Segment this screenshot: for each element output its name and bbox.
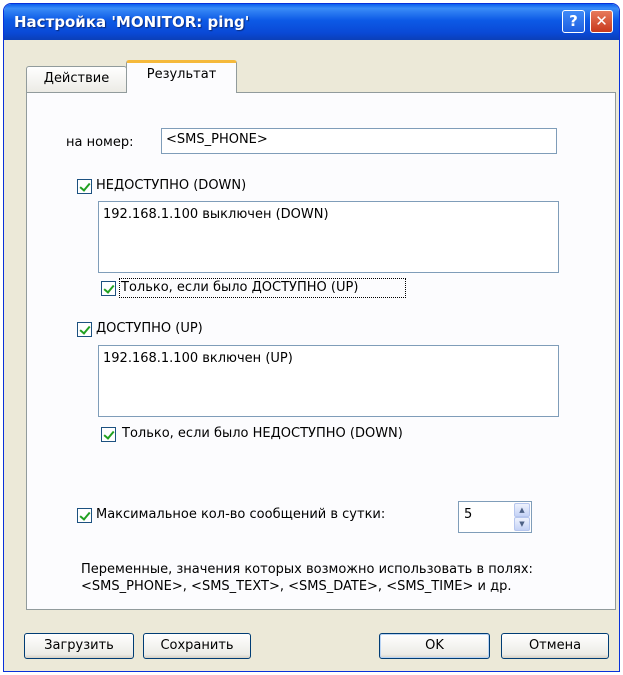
variables-hint-line2: <SMS_PHONE>, <SMS_TEXT>, <SMS_DATE>, <SM…	[81, 579, 512, 594]
phone-input-value: <SMS_PHONE>	[166, 132, 268, 147]
settings-dialog: Настройка 'MONITOR: ping' ? ✕ Действие Р…	[3, 3, 620, 672]
max-messages-checkbox[interactable]	[77, 508, 92, 523]
ok-button[interactable]: OK	[379, 633, 490, 659]
title-bar[interactable]: Настройка 'MONITOR: ping' ? ✕	[4, 4, 619, 40]
up-checkbox-label: ДОСТУПНО (UP)	[96, 321, 203, 336]
down-only-if-checkbox[interactable]	[101, 281, 116, 296]
help-button[interactable]: ?	[562, 10, 585, 33]
tab-action[interactable]: Действие	[26, 66, 127, 92]
window-title: Настройка 'MONITOR: ping'	[14, 13, 250, 31]
phone-label: на номер:	[66, 135, 134, 150]
tab-result[interactable]: Результат	[126, 60, 237, 93]
up-only-if-label: Только, если было НЕДОСТУПНО (DOWN)	[122, 426, 403, 441]
down-message-textarea[interactable]: 192.168.1.100 выключен (DOWN)	[98, 201, 559, 273]
variables-hint-line1: Переменные, значения которых возможно ис…	[81, 562, 533, 577]
spin-down-icon[interactable]: ▼	[514, 517, 530, 531]
down-checkbox[interactable]	[77, 179, 92, 194]
max-messages-label: Максимальное кол-во сообщений в сутки:	[96, 507, 386, 522]
max-messages-value: 5	[464, 507, 473, 522]
up-only-if-checkbox[interactable]	[101, 427, 116, 442]
result-tab-panel: на номер: <SMS_PHONE> НЕДОСТУПНО (DOWN) …	[26, 92, 616, 610]
up-checkbox[interactable]	[77, 322, 92, 337]
max-messages-spinner[interactable]: 5 ▲ ▼	[458, 501, 532, 533]
phone-input[interactable]: <SMS_PHONE>	[161, 128, 557, 154]
down-message-text: 192.168.1.100 выключен (DOWN)	[103, 207, 329, 222]
spin-up-icon[interactable]: ▲	[514, 503, 530, 517]
down-only-if-label: Только, если было ДОСТУПНО (UP)	[121, 280, 359, 295]
up-message-text: 192.168.1.100 включен (UP)	[103, 351, 293, 366]
up-message-textarea[interactable]: 192.168.1.100 включен (UP)	[98, 345, 559, 417]
load-button[interactable]: Загрузить	[24, 633, 134, 659]
down-checkbox-label: НЕДОСТУПНО (DOWN)	[96, 178, 247, 193]
save-button[interactable]: Сохранить	[143, 633, 251, 659]
close-button[interactable]: ✕	[590, 10, 613, 33]
cancel-button[interactable]: Отмена	[501, 633, 609, 659]
